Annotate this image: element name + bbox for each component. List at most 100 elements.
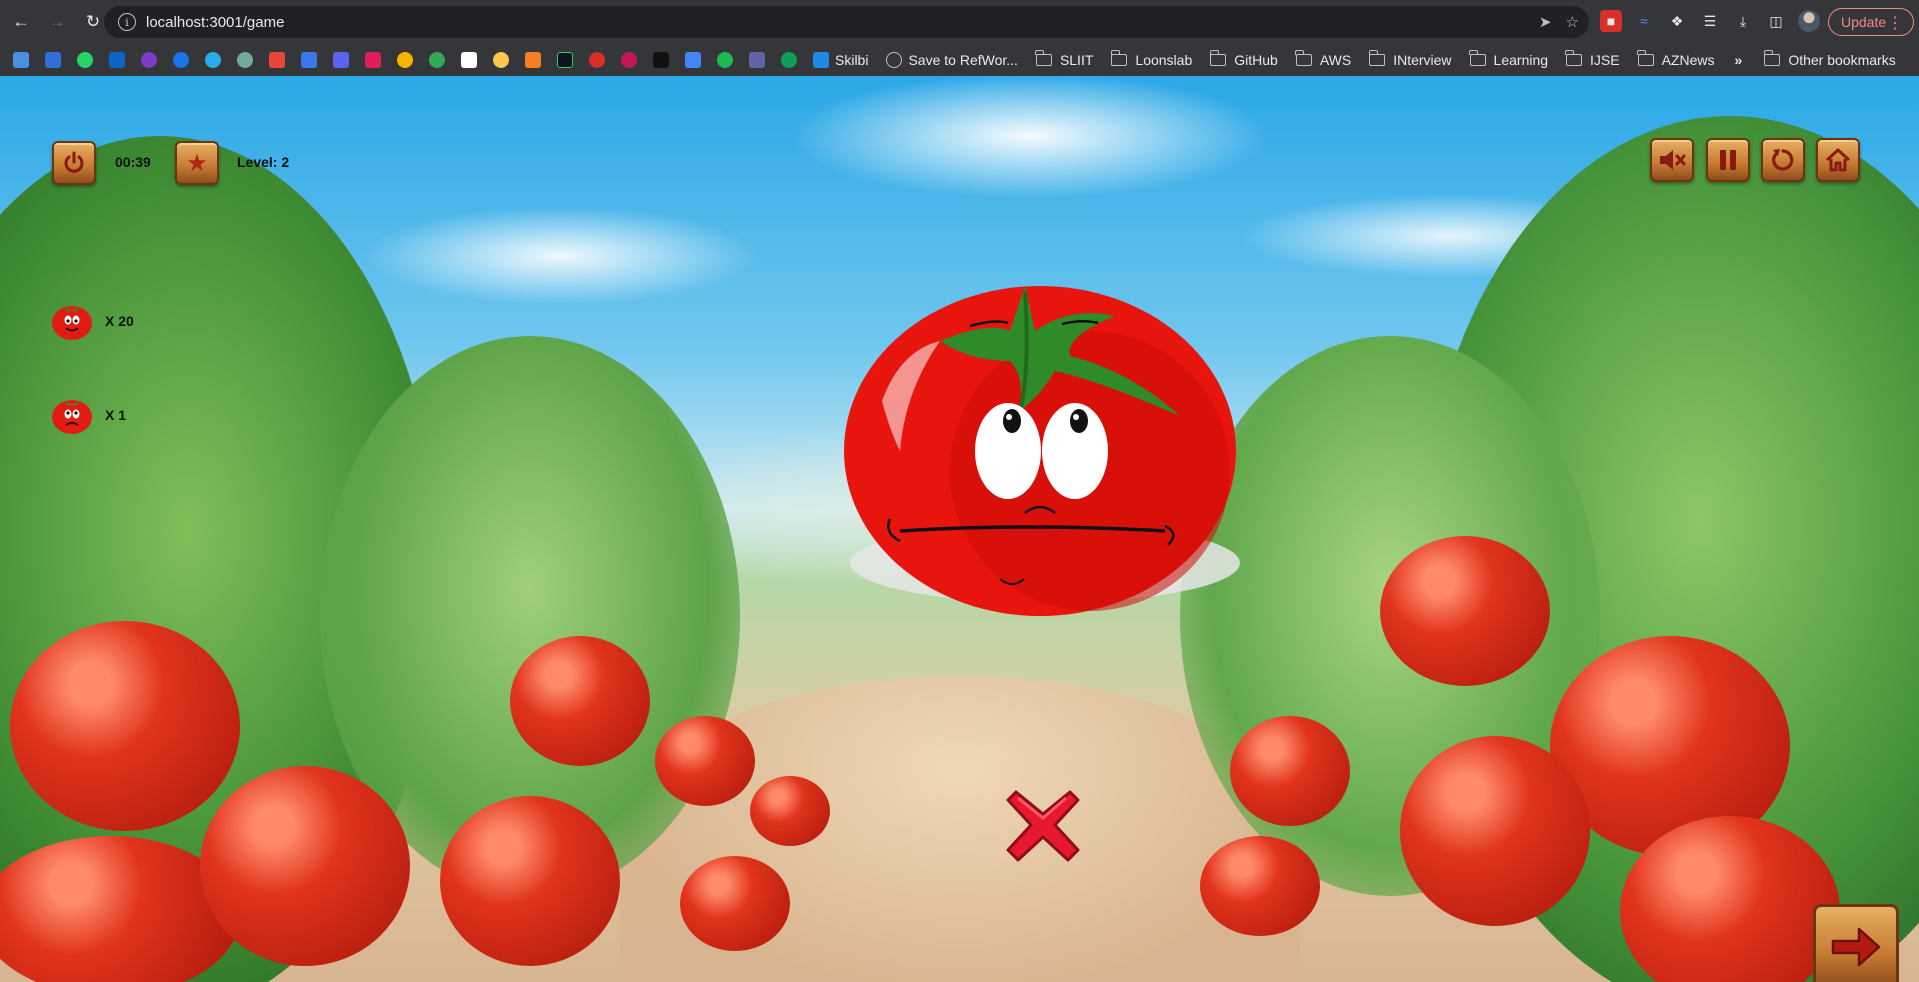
correct-tomato-icon [52,306,92,340]
folder-icon [1209,50,1227,66]
bookmark-c-icon[interactable] [173,52,189,68]
bg-tomato [200,766,410,966]
bookmark-a-icon[interactable] [45,52,61,68]
bookmark-app-icon[interactable] [13,52,29,68]
bookmark-telegram-icon[interactable] [205,52,221,68]
home-icon [1825,148,1851,172]
bookmark-purple-icon[interactable] [141,52,157,68]
skilbi-icon [813,52,829,68]
bookmark-label: SLIIT [1059,52,1094,68]
power-icon [64,151,84,173]
forward-icon[interactable]: → [42,7,72,37]
bookmark-red-icon[interactable] [269,52,285,68]
side-panel-icon[interactable]: ◫ [1765,10,1787,32]
other-bookmarks-label: Other bookmarks [1788,52,1896,68]
game-canvas: 00:39 ★ Level: 2 X 20 X 1 [0,76,1919,982]
timer: 00:39 [115,154,151,170]
bookmark-doc-icon[interactable] [685,52,701,68]
media-queue-icon[interactable]: ☰ [1699,10,1721,32]
bookmark-hackerrank-icon[interactable] [557,52,573,68]
bookmark-hex-icon[interactable] [333,52,349,68]
bookmark-label: IJSE [1590,52,1620,68]
more-bookmarks-button[interactable]: » [1735,52,1743,68]
bg-tomato [750,776,830,846]
power-button[interactable] [52,141,96,185]
bookmark-star-icon[interactable]: ☆ [1566,13,1579,31]
url-text: localhost:3001/game [146,13,285,31]
main-tomato[interactable] [830,261,1250,681]
bookmark-linkedin-icon[interactable] [109,52,125,68]
menu-dots-icon[interactable]: ⋮ [1887,13,1903,33]
bookmark-folder-aznews[interactable]: AZNews [1637,50,1715,68]
bookmark-folder-github[interactable]: GitHub [1209,50,1278,68]
bookmark-spotify-icon[interactable] [717,52,733,68]
bookmark-folder-loonslab[interactable]: Loonslab [1110,50,1193,68]
bookmark-slack-icon[interactable] [365,52,381,68]
folder-icon [1035,50,1052,66]
bookmark-refworks[interactable]: Save to RefWor... [886,52,1018,68]
profile-avatar[interactable] [1798,10,1820,32]
back-icon[interactable]: ← [6,7,36,37]
extension-red-icon[interactable]: ■ [1600,10,1622,32]
other-bookmarks-folder[interactable]: Other bookmarks [1763,50,1896,68]
next-button[interactable] [1813,904,1899,982]
bookmark-pink-icon[interactable] [621,52,637,68]
download-icon[interactable]: ⤓ [1732,10,1754,32]
extension-wave-icon[interactable]: ≈ [1633,10,1655,32]
browser-toolbar: ← → ↻ i localhost:3001/game ➤ ☆ ■ ≈ ❖ ☰ … [0,0,1919,44]
bookmark-stack-icon[interactable] [525,52,541,68]
folder-icon [1468,50,1486,66]
bookmark-folder-aws[interactable]: AWS [1295,50,1352,68]
extensions-puzzle-icon[interactable]: ❖ [1666,10,1688,32]
bookmark-label: INterview [1393,52,1452,68]
bookmark-dollar-icon[interactable] [781,52,797,68]
folder-icon [1368,50,1386,66]
pause-icon [1720,150,1736,170]
folder-icon [1763,50,1781,66]
address-bar[interactable]: i localhost:3001/game ➤ ☆ [104,6,1589,38]
bookmark-teams-icon[interactable] [749,52,765,68]
bg-tomato [1200,836,1320,936]
bookmark-notion-icon[interactable] [461,52,477,68]
arrow-right-icon [1831,927,1881,967]
mute-button[interactable] [1650,138,1694,182]
star-icon: ★ [186,149,208,177]
wrong-answer-x-icon [1006,790,1080,862]
bg-tomato [655,716,755,806]
globe-icon [886,52,903,68]
bookmark-yellow-icon[interactable] [397,52,413,68]
site-info-icon[interactable]: i [118,13,136,31]
bookmark-chatgpt-icon[interactable] [237,52,253,68]
bookmark-green-icon[interactable] [429,52,445,68]
bookmark-label: Loonslab [1135,52,1193,68]
restart-icon [1772,149,1794,171]
bookmark-person-icon[interactable] [493,52,509,68]
bookmark-seven-icon[interactable] [653,52,669,68]
bookmark-skilbi[interactable]: Skilbi [813,52,868,68]
bookmark-whatsapp-icon[interactable] [77,52,93,68]
folder-icon [1565,50,1583,66]
pause-button[interactable] [1706,138,1750,182]
share-icon[interactable]: ➤ [1539,13,1552,31]
bookmark-q-icon[interactable] [589,52,605,68]
bookmark-folder-interview[interactable]: INterview [1368,50,1452,68]
wrong-tomato-icon [52,400,92,434]
bookmark-folder-ijse[interactable]: IJSE [1565,50,1620,68]
update-button[interactable]: Update ⋮ [1828,8,1914,36]
bookmark-label: AWS [1319,52,1352,68]
bookmark-folder-learning[interactable]: Learning [1468,50,1548,68]
bookmark-grid-icon[interactable] [301,52,317,68]
bookmark-folder-sliit[interactable]: SLIIT [1035,50,1094,68]
bg-tomato [510,636,650,766]
folder-icon [1110,50,1128,66]
star-button[interactable]: ★ [175,141,219,185]
bookmark-label: Save to RefWor... [908,52,1018,68]
bg-tomato [680,856,790,951]
bookmark-label: Skilbi [835,52,869,68]
bookmark-label: GitHub [1234,52,1278,68]
bg-tomato [1230,716,1350,826]
restart-button[interactable] [1761,138,1805,182]
correct-count: X 20 [105,313,134,329]
home-button[interactable] [1816,138,1860,182]
bg-tomato [1380,536,1550,686]
